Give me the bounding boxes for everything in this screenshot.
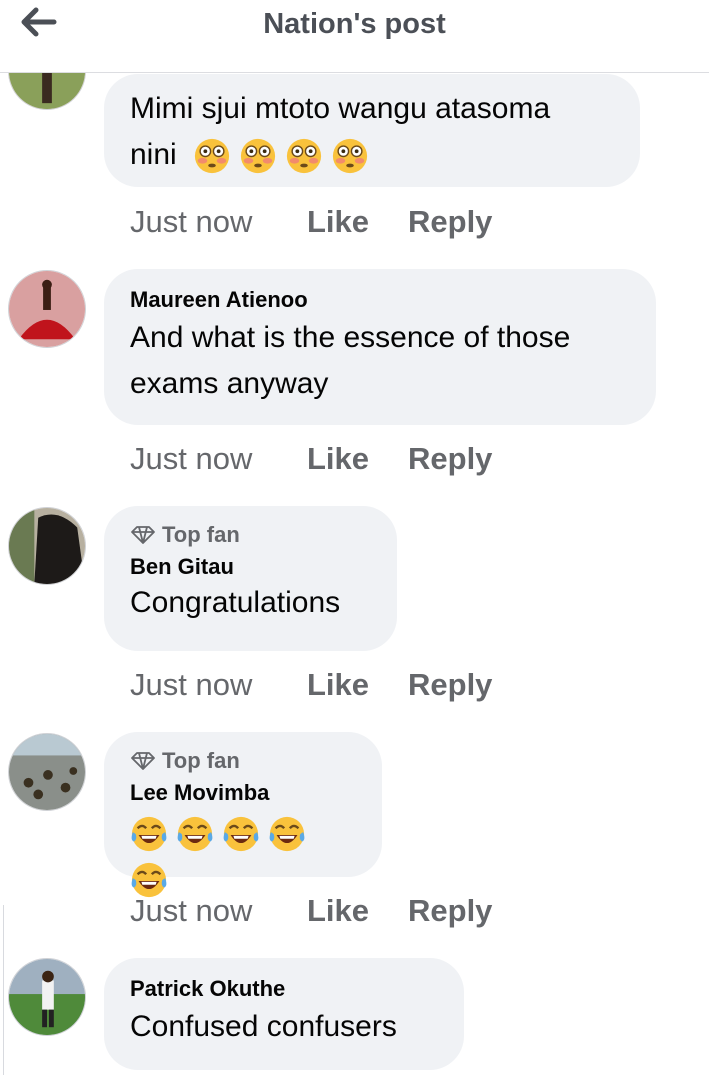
like-button[interactable]: Like <box>307 204 369 240</box>
top-fan-badge: Top fan <box>130 522 371 548</box>
avatar[interactable] <box>8 270 86 348</box>
comment-author[interactable]: Patrick Okuthe <box>130 976 438 1002</box>
avatar[interactable] <box>8 733 86 811</box>
tears-of-joy-icon <box>130 815 168 853</box>
diamond-icon <box>131 526 155 544</box>
top-fan-label: Top fan <box>162 522 240 547</box>
comment-author[interactable]: Maureen Atienoo <box>130 287 630 313</box>
reply-button[interactable]: Reply <box>408 893 492 929</box>
comment-timestamp: Just now <box>130 441 253 476</box>
comment-text: And what is the essence of those <box>130 321 571 354</box>
tears-of-joy-icon <box>222 815 260 853</box>
comment-author[interactable]: Lee Movimba <box>130 780 356 806</box>
avatar[interactable] <box>8 958 86 1036</box>
comment-emoji-row <box>130 810 356 902</box>
comment-text: Mimi sjui mtoto wangu atasoma <box>130 92 551 125</box>
avatar[interactable] <box>8 507 86 585</box>
reply-button[interactable]: Reply <box>408 204 492 240</box>
reply-button[interactable]: Reply <box>408 441 492 477</box>
page-title: Nation's post <box>263 8 446 40</box>
top-fan-label: Top fan <box>162 748 240 773</box>
comment-text: Confused confusers <box>130 1010 397 1043</box>
comment-text: exams anyway <box>130 367 329 400</box>
like-button[interactable]: Like <box>307 667 369 703</box>
comment-bubble[interactable]: Maureen Atienoo And what is the essence … <box>104 269 656 425</box>
scroll-edge <box>0 905 4 1075</box>
comment-author[interactable]: Ben Gitau <box>130 554 371 580</box>
comment-timestamp: Just now <box>130 204 253 239</box>
flushed-face-icon <box>193 137 231 175</box>
comment-bubble[interactable]: Top fan Ben Gitau Congratulations <box>104 506 397 651</box>
flushed-face-icon <box>285 137 323 175</box>
top-fan-badge: Top fan <box>130 748 356 774</box>
flushed-face-icon <box>239 137 277 175</box>
comment-bubble[interactable]: Patrick Okuthe Confused confusers <box>104 958 464 1070</box>
comment-text-word: nini <box>130 138 177 171</box>
diamond-icon <box>131 752 155 770</box>
comment-text: Congratulations <box>130 586 341 619</box>
comment-timestamp: Just now <box>130 893 253 928</box>
comment-bubble[interactable]: Mimi sjui mtoto wangu atasoma nini <box>104 74 640 187</box>
app-header: Nation's post <box>0 0 709 73</box>
tears-of-joy-icon <box>176 815 214 853</box>
like-button[interactable]: Like <box>307 893 369 929</box>
tears-of-joy-icon <box>268 815 306 853</box>
like-button[interactable]: Like <box>307 441 369 477</box>
comment-text-line: nini <box>130 132 614 178</box>
flushed-face-icon <box>331 137 369 175</box>
reply-button[interactable]: Reply <box>408 667 492 703</box>
comment-timestamp: Just now <box>130 667 253 702</box>
comment-bubble[interactable]: Top fan Lee Movimba <box>104 732 382 898</box>
